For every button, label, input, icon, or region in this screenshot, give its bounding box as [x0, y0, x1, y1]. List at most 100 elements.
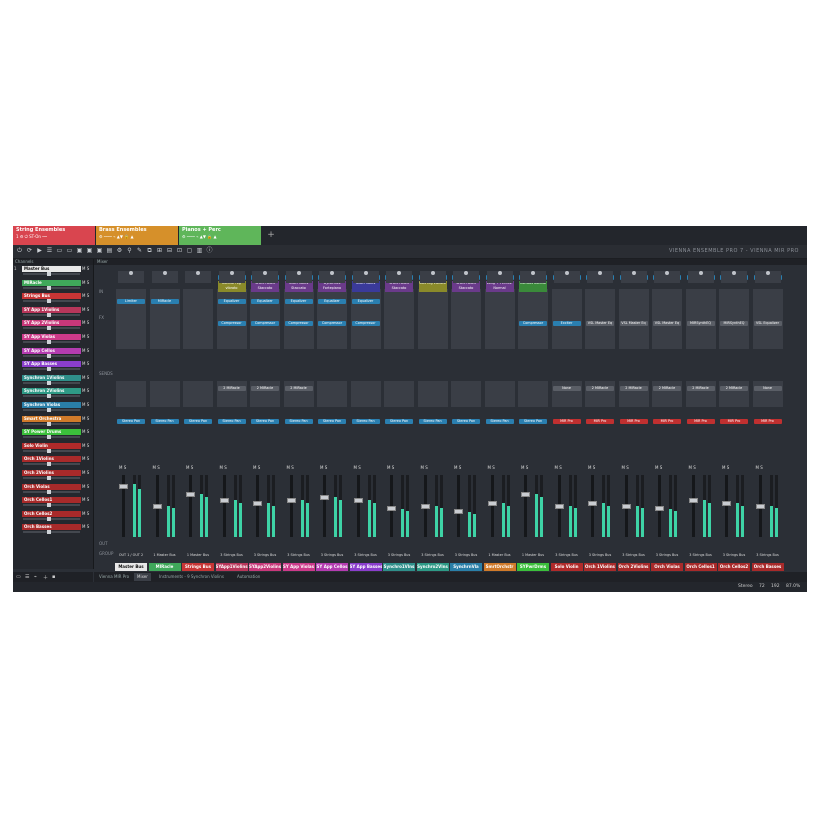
- insert-effect-2[interactable]: Compressor: [217, 321, 246, 326]
- channel-volume-slider[interactable]: [23, 367, 80, 372]
- mute-solo-buttons[interactable]: M S: [521, 465, 528, 470]
- add-channel-icon[interactable]: ＋: [43, 574, 48, 581]
- pan-knob[interactable]: [598, 271, 602, 275]
- strip-name[interactable]: Orch Violas: [651, 563, 683, 571]
- insert-effect-1[interactable]: Equalizer: [251, 299, 279, 304]
- panner-button[interactable]: MIR Pro: [753, 419, 782, 424]
- add-instance-button[interactable]: +: [265, 229, 277, 241]
- export-icon[interactable]: ▤: [106, 247, 113, 255]
- strip-name[interactable]: SYPwrDrms: [517, 563, 549, 571]
- pan-knob[interactable]: [698, 271, 703, 275]
- tab-vienna-mir-pro[interactable]: Vienna MIR Pro: [96, 573, 132, 581]
- channel-row[interactable]: 1 Master Bus M S: [13, 265, 93, 278]
- mute-solo-buttons[interactable]: M S: [287, 465, 294, 470]
- output-routing[interactable]: 3 Strings Bus: [652, 553, 682, 558]
- volume-fader-handle[interactable]: [454, 509, 463, 515]
- mute-solo-buttons[interactable]: M S: [689, 465, 696, 470]
- panner-button[interactable]: MIR Pro: [653, 419, 681, 424]
- mute-solo-buttons[interactable]: M S: [220, 465, 227, 470]
- slider-handle[interactable]: [47, 353, 51, 358]
- save-icon[interactable]: ▣: [76, 247, 83, 255]
- panner-button[interactable]: Stereo Pan: [485, 419, 514, 424]
- refresh-icon[interactable]: ⟳: [26, 247, 33, 255]
- send-slot[interactable]: 2 MIRacle: [251, 386, 279, 391]
- volume-fader-track[interactable]: [189, 475, 192, 537]
- list-icon[interactable]: ☰: [25, 574, 29, 580]
- volume-fader-handle[interactable]: [286, 497, 296, 503]
- power-icon[interactable]: ⏻: [16, 247, 23, 255]
- mute-solo-buttons[interactable]: M S: [555, 465, 562, 470]
- channel-row[interactable]: Orch Cellos1 M S: [13, 496, 93, 509]
- volume-fader-track[interactable]: [356, 475, 360, 537]
- volume-fader-handle[interactable]: [420, 503, 430, 509]
- pan-knob[interactable]: [497, 271, 502, 275]
- output-routing[interactable]: 3 Strings Bus: [619, 553, 649, 558]
- send-slot[interactable]: 2 MIRacle: [284, 386, 313, 391]
- volume-fader-track[interactable]: [256, 475, 259, 537]
- output-routing[interactable]: 3 Strings Bus: [585, 553, 615, 558]
- panner-button[interactable]: MIR Pro: [619, 419, 648, 424]
- instance-tab-brass[interactable]: Brass Ensembles ⚙ ⎯⎯⎯⎯ ⌁ ▲▼ 🔒 ▲: [96, 226, 178, 245]
- channel-row[interactable]: SY App Violas M S: [13, 333, 93, 346]
- save-as-icon[interactable]: ▣: [86, 247, 93, 255]
- slider-handle[interactable]: [47, 380, 51, 385]
- volume-fader-handle[interactable]: [755, 503, 765, 509]
- mute-solo-buttons[interactable]: M S: [622, 465, 629, 470]
- volume-fader-track[interactable]: [725, 475, 728, 537]
- mute-solo-buttons[interactable]: M S: [454, 465, 461, 470]
- panner-button[interactable]: Stereo Pan: [217, 419, 246, 424]
- insert-effect-2[interactable]: Compressor: [284, 321, 313, 326]
- channel-row[interactable]: Smart Orchestra M S: [13, 415, 93, 428]
- strip-name[interactable]: Orch 1Violins: [584, 563, 616, 571]
- tab-automation[interactable]: Automation: [234, 573, 263, 581]
- insert-effect-2[interactable]: VSL Master Eq: [619, 321, 648, 326]
- send-slot[interactable]: 2 MIRacle: [653, 386, 681, 391]
- volume-fader-handle[interactable]: [320, 494, 329, 500]
- output-routing[interactable]: 3 Strings Bus: [418, 553, 448, 558]
- folder-icon[interactable]: ▭: [16, 574, 21, 580]
- mute-solo-buttons[interactable]: M S: [253, 465, 260, 470]
- volume-fader-track[interactable]: [591, 475, 594, 537]
- send-slot[interactable]: 2 MIRacle: [217, 386, 246, 391]
- output-routing[interactable]: 3 Strings Bus: [384, 553, 414, 558]
- instance-tab-strings[interactable]: String Ensembles 1 ⚙ ⏻ ST-On ⎯⎯⎯: [13, 226, 95, 245]
- volume-fader-handle[interactable]: [152, 503, 162, 509]
- slider-handle[interactable]: [47, 516, 51, 521]
- mute-solo-buttons[interactable]: M S: [82, 456, 89, 462]
- send-slot[interactable]: 2 MIRacle: [619, 386, 648, 391]
- channel-row[interactable]: SY Power Drums M S: [13, 428, 93, 441]
- channel-volume-slider[interactable]: [23, 312, 80, 317]
- send-slot[interactable]: None: [753, 386, 782, 391]
- strip-name[interactable]: Synchro2Vlns: [416, 563, 449, 571]
- link-icon[interactable]: ⌁: [34, 574, 37, 580]
- insert-effect-1[interactable]: Equalizer: [217, 299, 246, 304]
- insert-effect-1[interactable]: Equalizer: [318, 299, 346, 304]
- channel-volume-slider[interactable]: [23, 489, 80, 494]
- play-icon[interactable]: ▶: [36, 247, 43, 255]
- pan-knob[interactable]: [732, 271, 736, 275]
- mute-solo-buttons[interactable]: M S: [82, 307, 89, 313]
- mute-solo-buttons[interactable]: M S: [588, 465, 595, 470]
- channel-volume-slider[interactable]: [23, 530, 80, 535]
- insert-effect-2[interactable]: Compressor: [251, 321, 279, 326]
- insert-effect-2[interactable]: Exciter: [552, 321, 581, 326]
- mute-solo-buttons[interactable]: M S: [488, 465, 495, 470]
- channel-row[interactable]: Solo Violin M S: [13, 442, 93, 455]
- channel-volume-slider[interactable]: [23, 285, 80, 290]
- slider-handle[interactable]: [47, 503, 51, 508]
- channel-volume-slider[interactable]: [23, 380, 80, 385]
- send-slot[interactable]: 2 MIRacle: [720, 386, 748, 391]
- volume-fader-track[interactable]: [691, 475, 695, 537]
- strip-name[interactable]: Solo Violin: [550, 563, 583, 571]
- pan-knob[interactable]: [464, 271, 468, 275]
- panner-button[interactable]: MIR Pro: [586, 419, 614, 424]
- volume-fader-handle[interactable]: [487, 500, 497, 506]
- mute-solo-buttons[interactable]: M S: [82, 388, 89, 394]
- output-routing[interactable]: 3 Strings Bus: [719, 553, 749, 558]
- slider-handle[interactable]: [47, 285, 51, 290]
- pan-knob[interactable]: [263, 271, 267, 275]
- volume-fader-track[interactable]: [524, 475, 527, 537]
- panner-button[interactable]: Stereo Pan: [251, 419, 279, 424]
- mute-solo-buttons[interactable]: M S: [82, 334, 89, 340]
- insert-effect-1[interactable]: MIRacle: [150, 299, 179, 304]
